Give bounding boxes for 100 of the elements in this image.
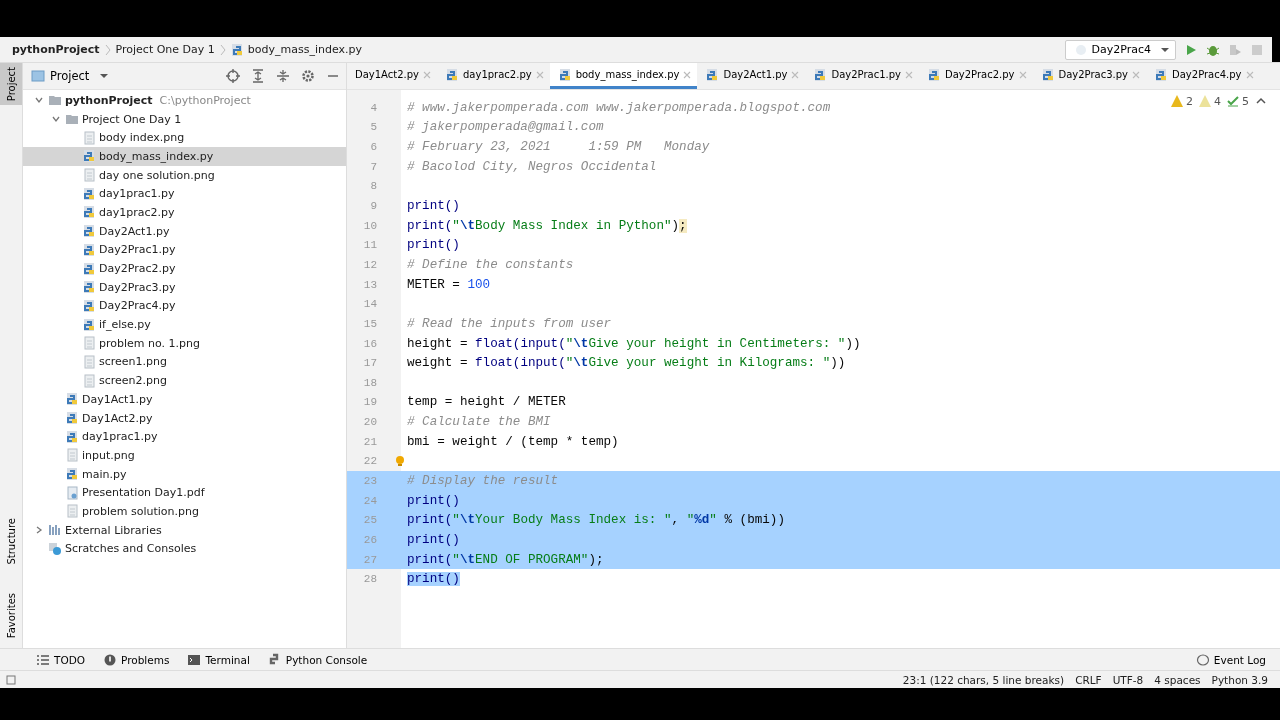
tree-item[interactable]: screen2.png bbox=[23, 371, 346, 390]
tree-item[interactable]: main.py bbox=[23, 464, 346, 484]
line-number: 13 bbox=[362, 278, 377, 291]
breadcrumb[interactable]: Project One Day 1 bbox=[115, 43, 215, 56]
close-icon[interactable] bbox=[535, 70, 544, 79]
code-line: print("\tEND OF PROGRAM"); bbox=[407, 552, 604, 567]
status-item[interactable]: Python 3.9 bbox=[1211, 673, 1268, 686]
project-view-dropdown[interactable]: Project bbox=[29, 69, 111, 83]
code-line: bmi = weight / (temp * temp) bbox=[407, 434, 619, 449]
line-number: 28 bbox=[362, 573, 377, 586]
close-icon[interactable] bbox=[905, 70, 913, 79]
tree-item[interactable]: day1prac1.py bbox=[23, 184, 346, 204]
file-icon bbox=[82, 130, 96, 145]
python-file-icon bbox=[557, 67, 572, 82]
code-line: print() bbox=[407, 532, 460, 547]
tree-item[interactable]: body index.png bbox=[23, 128, 346, 148]
code-line: print() bbox=[407, 493, 460, 508]
tree-item[interactable]: External Libraries bbox=[23, 520, 346, 540]
tool-window-tab[interactable]: Favorites bbox=[0, 588, 22, 642]
event-log-button[interactable]: Event Log bbox=[1189, 652, 1272, 667]
tree-item[interactable]: if_else.py bbox=[23, 315, 346, 334]
collapse-all-icon[interactable] bbox=[276, 69, 290, 83]
editor-tab[interactable]: day1prac2.py bbox=[437, 63, 550, 89]
stop-icon[interactable] bbox=[1250, 42, 1264, 57]
tree-item[interactable]: Scratches and Consoles bbox=[23, 539, 346, 559]
expand-all-icon[interactable] bbox=[251, 69, 265, 83]
tree-item[interactable]: Day1Act1.py bbox=[23, 390, 346, 409]
line-number: 18 bbox=[362, 376, 377, 389]
tool-window-button[interactable]: Terminal bbox=[181, 652, 256, 667]
editor-tab[interactable]: body_mass_index.py bbox=[549, 63, 698, 89]
editor-tab[interactable]: Day2Prac1.py bbox=[805, 63, 919, 89]
line-number: 17 bbox=[362, 357, 377, 370]
tree-item[interactable]: day1prac2.py bbox=[23, 203, 346, 222]
close-icon[interactable] bbox=[1018, 70, 1027, 79]
python-file-icon bbox=[230, 42, 245, 57]
status-item[interactable]: 23:1 (122 chars, 5 line breaks) bbox=[902, 673, 1065, 686]
lightbulb-icon[interactable] bbox=[395, 455, 405, 468]
tree-item[interactable]: day one solution.png bbox=[23, 165, 346, 185]
close-icon[interactable] bbox=[423, 70, 431, 79]
line-number: 19 bbox=[362, 396, 377, 409]
status-item[interactable]: CRLF bbox=[1075, 673, 1102, 686]
tree-item[interactable]: problem no. 1.png bbox=[23, 333, 346, 353]
tree-item[interactable]: Presentation Day1.pdf bbox=[23, 483, 346, 503]
line-number: 11 bbox=[362, 239, 377, 252]
close-icon[interactable] bbox=[1132, 70, 1141, 79]
run-configuration-dropdown[interactable]: Day2Prac4 bbox=[1064, 39, 1176, 60]
tree-item[interactable]: Project One Day 1 bbox=[23, 109, 346, 129]
editor-tab[interactable]: Day2Act1.py bbox=[697, 63, 806, 89]
tool-window-button[interactable]: TODO bbox=[30, 652, 92, 667]
tree-item[interactable]: Day2Prac4.py bbox=[23, 296, 346, 316]
status-item[interactable]: UTF-8 bbox=[1112, 673, 1144, 686]
settings-icon[interactable] bbox=[301, 69, 315, 83]
window-icon bbox=[31, 69, 45, 83]
tool-windows-icon[interactable] bbox=[6, 674, 16, 685]
tree-item[interactable]: Day2Act1.py bbox=[23, 221, 346, 241]
tool-window-tab[interactable]: Project bbox=[0, 63, 22, 106]
file-icon bbox=[65, 448, 79, 463]
chevron-icon[interactable] bbox=[34, 525, 44, 536]
tree-item[interactable]: Day2Prac1.py bbox=[23, 240, 346, 260]
tree-item[interactable]: screen1.png bbox=[23, 352, 346, 372]
coverage-icon[interactable] bbox=[1228, 42, 1242, 57]
breadcrumb[interactable]: pythonProject bbox=[12, 43, 100, 56]
tree-item[interactable]: body_mass_index.py bbox=[23, 147, 346, 166]
inspection-count[interactable]: 2 bbox=[1170, 94, 1193, 108]
tree-item[interactable]: Day2Prac2.py bbox=[23, 259, 346, 278]
line-number: 14 bbox=[362, 298, 377, 311]
code-line: weight = float(input("\tGive your weight in Kilograms: ")) bbox=[407, 356, 846, 371]
locate-icon[interactable] bbox=[226, 69, 240, 83]
python-file-icon bbox=[1154, 67, 1169, 82]
python-file-icon bbox=[82, 149, 96, 164]
close-icon[interactable] bbox=[683, 70, 692, 79]
tree-item[interactable]: Day1Act2.py bbox=[23, 408, 346, 428]
tree-item[interactable]: input.png bbox=[23, 446, 346, 465]
editor-tab[interactable]: Day2Prac4.py bbox=[1146, 63, 1260, 89]
code-line: height = float(input("\tGive your height in Centimeters: ")) bbox=[407, 336, 861, 351]
close-icon[interactable] bbox=[1245, 70, 1254, 79]
tool-window-button[interactable]: Python Console bbox=[261, 652, 374, 667]
run-icon[interactable] bbox=[1184, 42, 1198, 57]
inspection-count[interactable]: 4 bbox=[1198, 94, 1221, 108]
tool-window-button[interactable]: Problems bbox=[97, 652, 176, 667]
file-icon bbox=[65, 504, 79, 519]
python-file-icon bbox=[65, 429, 79, 444]
editor-tab[interactable]: Day2Prac2.py bbox=[919, 63, 1033, 89]
line-number: 9 bbox=[369, 200, 377, 212]
editor-tab[interactable]: Day1Act2.py bbox=[347, 63, 437, 89]
tree-item[interactable]: pythonProject C:\pythonProject bbox=[23, 91, 346, 110]
tool-window-tab[interactable]: Structure bbox=[0, 514, 22, 569]
separator-icon bbox=[219, 43, 226, 56]
editor-tab[interactable]: Day2Prac3.py bbox=[1032, 63, 1147, 89]
tree-item[interactable]: day1prac1.py bbox=[23, 427, 346, 447]
line-number: 15 bbox=[362, 317, 377, 330]
code-line: # Calculate the BMI bbox=[407, 415, 551, 430]
inspection-count[interactable]: 5 bbox=[1226, 94, 1249, 108]
tree-item[interactable]: problem solution.png bbox=[23, 502, 346, 521]
close-icon[interactable] bbox=[791, 70, 800, 79]
tree-item[interactable]: Day2Prac3.py bbox=[23, 277, 346, 297]
code-line: # Define the constants bbox=[407, 257, 574, 272]
status-item[interactable]: 4 spaces bbox=[1154, 673, 1201, 686]
code-line: print() bbox=[407, 199, 460, 213]
breadcrumb[interactable]: body_mass_index.py bbox=[230, 42, 363, 57]
